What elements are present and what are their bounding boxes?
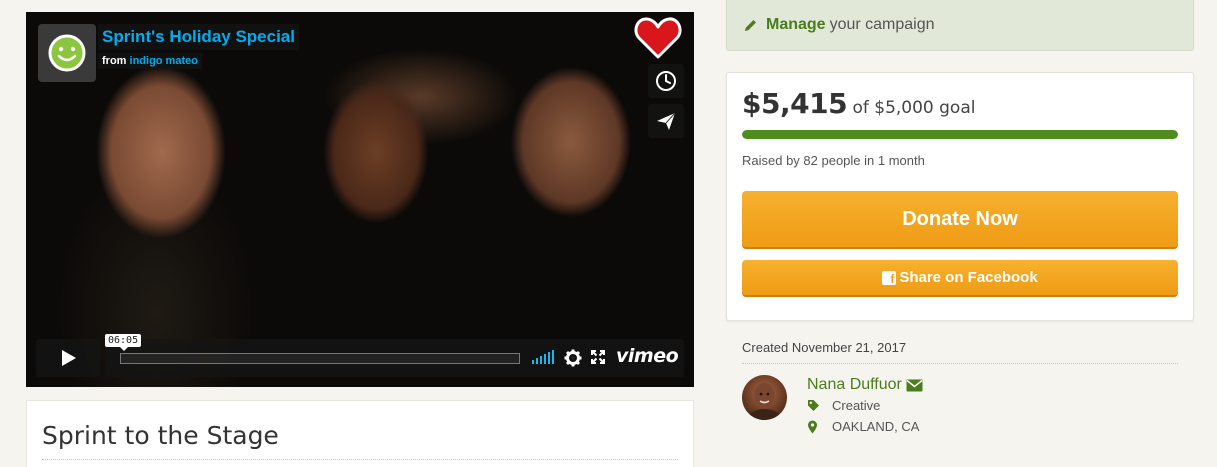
time-tooltip: 06:05 [105,334,142,351]
map-pin-icon [808,420,817,433]
tag-icon [808,400,819,411]
divider [742,363,1178,364]
creator-location: OAKLAND, CA [807,419,919,434]
donation-card: $5,415 of $5,000 goal Raised by 82 peopl… [726,72,1194,321]
creator-name-text[interactable]: Nana Duffuor [807,376,902,394]
category-text: Creative [832,398,881,413]
backers-summary: Raised by 82 people in 1 month [742,153,925,168]
avatar[interactable] [742,375,787,420]
byline-from: from [102,55,127,67]
funding-summary: $5,415 of $5,000 goal [742,87,975,120]
progress-fill [742,130,1178,139]
share-label: Share on Facebook [899,269,1038,286]
control-bar: 06:05 vimeo [105,334,684,377]
manage-label: your campaign [829,16,935,33]
vimeo-logo[interactable]: vimeo [616,345,679,367]
envelope-icon[interactable] [906,379,923,392]
created-date: Created November 21, 2017 [742,340,907,355]
donate-label: Donate Now [902,207,1018,230]
byline-author[interactable]: indigo mateo [130,55,198,67]
manage-link[interactable]: Manage [766,16,826,34]
location-text: OAKLAND, CA [832,419,920,434]
like-button[interactable] [632,14,684,62]
amount-raised: $5,415 [742,87,848,120]
goal-text: of $5,000 goal [852,98,976,118]
page-title: Sprint to the Stage [42,421,279,450]
clock-icon [656,71,676,91]
channel-badge[interactable] [38,24,96,82]
watch-later-button[interactable] [648,64,684,98]
creator-category: Creative [807,398,880,413]
funding-progress-bar [742,130,1178,139]
seek-bar[interactable]: 06:05 [105,334,520,364]
avatar-portrait [746,383,783,420]
fullscreen-icon[interactable] [591,350,605,364]
video-player[interactable]: Sprint's Holiday Special from indigo mat… [26,12,694,387]
share-facebook-button[interactable]: f Share on Facebook [742,260,1178,295]
video-byline: from indigo mateo [98,53,202,69]
share-video-button[interactable] [648,104,684,138]
play-button[interactable] [36,339,100,377]
divider [42,459,678,460]
volume-icon[interactable] [532,350,554,364]
creator-name[interactable]: Nana Duffuor [807,376,923,394]
video-title[interactable]: Sprint's Holiday Special [98,24,299,50]
project-title-card: Sprint to the Stage [26,400,694,467]
heart-icon [634,17,682,59]
play-icon [62,350,76,366]
smiley-icon [48,34,86,72]
manage-campaign-bar[interactable]: Manage your campaign [726,0,1194,51]
video-controls: 06:05 vimeo [36,334,684,377]
facebook-icon: f [882,270,897,285]
donate-now-button[interactable]: Donate Now [742,191,1178,247]
pencil-icon [745,19,756,31]
gear-icon[interactable] [564,349,582,367]
send-icon [657,112,676,130]
